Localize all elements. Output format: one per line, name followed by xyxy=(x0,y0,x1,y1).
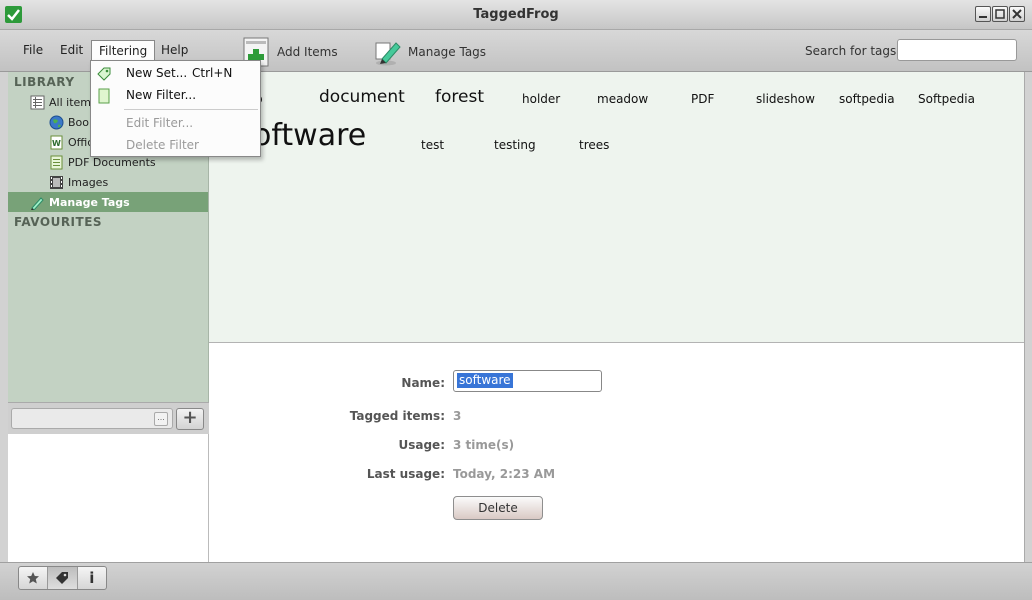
document-icon xyxy=(98,88,110,104)
add-filter-button[interactable]: + xyxy=(176,408,204,430)
filtering-menu: New Set... Ctrl+N New Filter... Edit Fil… xyxy=(90,60,261,157)
menu-item-edit-filter[interactable]: Edit Filter... xyxy=(126,116,193,130)
tagged-items-value: 3 xyxy=(453,409,462,423)
tag-name-value: software xyxy=(457,373,513,388)
tag-item[interactable]: PDF xyxy=(691,92,714,106)
word-doc-icon: W xyxy=(49,135,64,150)
tag-name-input[interactable]: software xyxy=(453,370,602,392)
tag-item[interactable]: testing xyxy=(494,138,536,152)
usage-value: 3 time(s) xyxy=(453,438,515,452)
tag-item[interactable]: trees xyxy=(579,138,609,152)
tag-item[interactable]: forest xyxy=(435,87,484,107)
sidebar-item-all-items[interactable]: All items xyxy=(30,93,97,112)
sidebar-item-bookmarks[interactable]: Book xyxy=(49,113,95,132)
tag-item[interactable]: oftware xyxy=(253,118,366,153)
tag-item[interactable]: holder xyxy=(522,92,560,106)
star-icon xyxy=(27,572,40,584)
film-icon xyxy=(49,175,64,190)
sidebar-filter-bar: ... + xyxy=(8,402,209,434)
menu-item-new-filter[interactable]: New Filter... xyxy=(126,88,196,102)
sidebar-item-label: PDF Documents xyxy=(68,156,156,169)
bottom-bar: i xyxy=(0,562,1032,600)
right-border xyxy=(1024,72,1032,562)
menu-help[interactable]: Help xyxy=(158,43,191,57)
add-items-label: Add Items xyxy=(277,45,338,59)
globe-icon xyxy=(49,115,64,130)
view-toggle-group: i xyxy=(18,566,107,590)
list-icon xyxy=(30,95,45,110)
title-bar: TaggedFrog xyxy=(0,0,1032,30)
pencil-tag-icon xyxy=(375,42,401,66)
favourites-heading: FAVOURITES xyxy=(14,215,103,229)
maximize-button[interactable] xyxy=(992,6,1008,22)
manage-tags-button[interactable]: Manage Tags xyxy=(372,35,486,69)
info-view-button[interactable]: i xyxy=(78,567,106,589)
menu-edit[interactable]: Edit xyxy=(57,43,86,57)
info-icon: i xyxy=(89,569,95,587)
tag-details-panel: Name: software Tagged items: 3 Usage: 3 … xyxy=(209,343,1024,562)
sidebar-filter-input[interactable]: ... xyxy=(11,408,173,429)
sidebar-bottom-panel xyxy=(8,434,209,562)
window-title: TaggedFrog xyxy=(473,7,559,22)
last-usage-label: Last usage: xyxy=(366,467,445,481)
library-heading: LIBRARY xyxy=(14,75,75,89)
menu-item-delete-filter[interactable]: Delete Filter xyxy=(126,138,199,152)
favourites-view-button[interactable] xyxy=(19,567,49,589)
tags-view-button[interactable] xyxy=(48,567,78,589)
tag-item[interactable]: Softpedia xyxy=(918,92,975,106)
close-button[interactable] xyxy=(1009,6,1025,22)
menu-file[interactable]: File xyxy=(20,43,46,57)
last-usage-value: Today, 2:23 AM xyxy=(453,467,556,481)
sidebar-item-images[interactable]: Images xyxy=(49,173,108,192)
search-input[interactable] xyxy=(897,39,1017,61)
tag-item[interactable]: document xyxy=(319,87,405,107)
tag-cloud: p document forest holder meadow PDF slid… xyxy=(209,72,1024,343)
search-label: Search for tags xyxy=(805,44,897,58)
left-border xyxy=(0,72,8,562)
tag-item[interactable]: slideshow xyxy=(756,92,815,106)
tagged-items-label: Tagged items: xyxy=(349,409,445,423)
more-options-icon[interactable]: ... xyxy=(154,412,168,426)
minimize-button[interactable] xyxy=(975,6,991,22)
name-label: Name: xyxy=(401,376,445,390)
sidebar-item-label: Images xyxy=(68,176,109,189)
usage-label: Usage: xyxy=(398,438,445,452)
menu-separator xyxy=(124,109,258,110)
delete-button[interactable]: Delete xyxy=(453,496,543,520)
tag-item[interactable]: softpedia xyxy=(839,92,895,106)
document-icon xyxy=(49,155,64,170)
tag-item[interactable]: test xyxy=(421,138,444,152)
tag-icon xyxy=(97,67,111,81)
pencil-icon xyxy=(30,195,45,211)
tag-item[interactable]: meadow xyxy=(597,92,648,106)
sidebar-item-label: Manage Tags xyxy=(49,195,130,209)
sidebar-item-manage-tags[interactable]: Manage Tags xyxy=(8,192,208,212)
shortcut-new-set: Ctrl+N xyxy=(192,66,233,80)
menu-filtering[interactable]: Filtering xyxy=(91,40,156,62)
sidebar-item-office[interactable]: W Offic xyxy=(49,133,93,152)
tag-icon xyxy=(56,572,69,584)
menu-item-new-set[interactable]: New Set... xyxy=(126,66,187,80)
svg-text:W: W xyxy=(52,139,61,148)
manage-tags-label: Manage Tags xyxy=(408,45,487,59)
